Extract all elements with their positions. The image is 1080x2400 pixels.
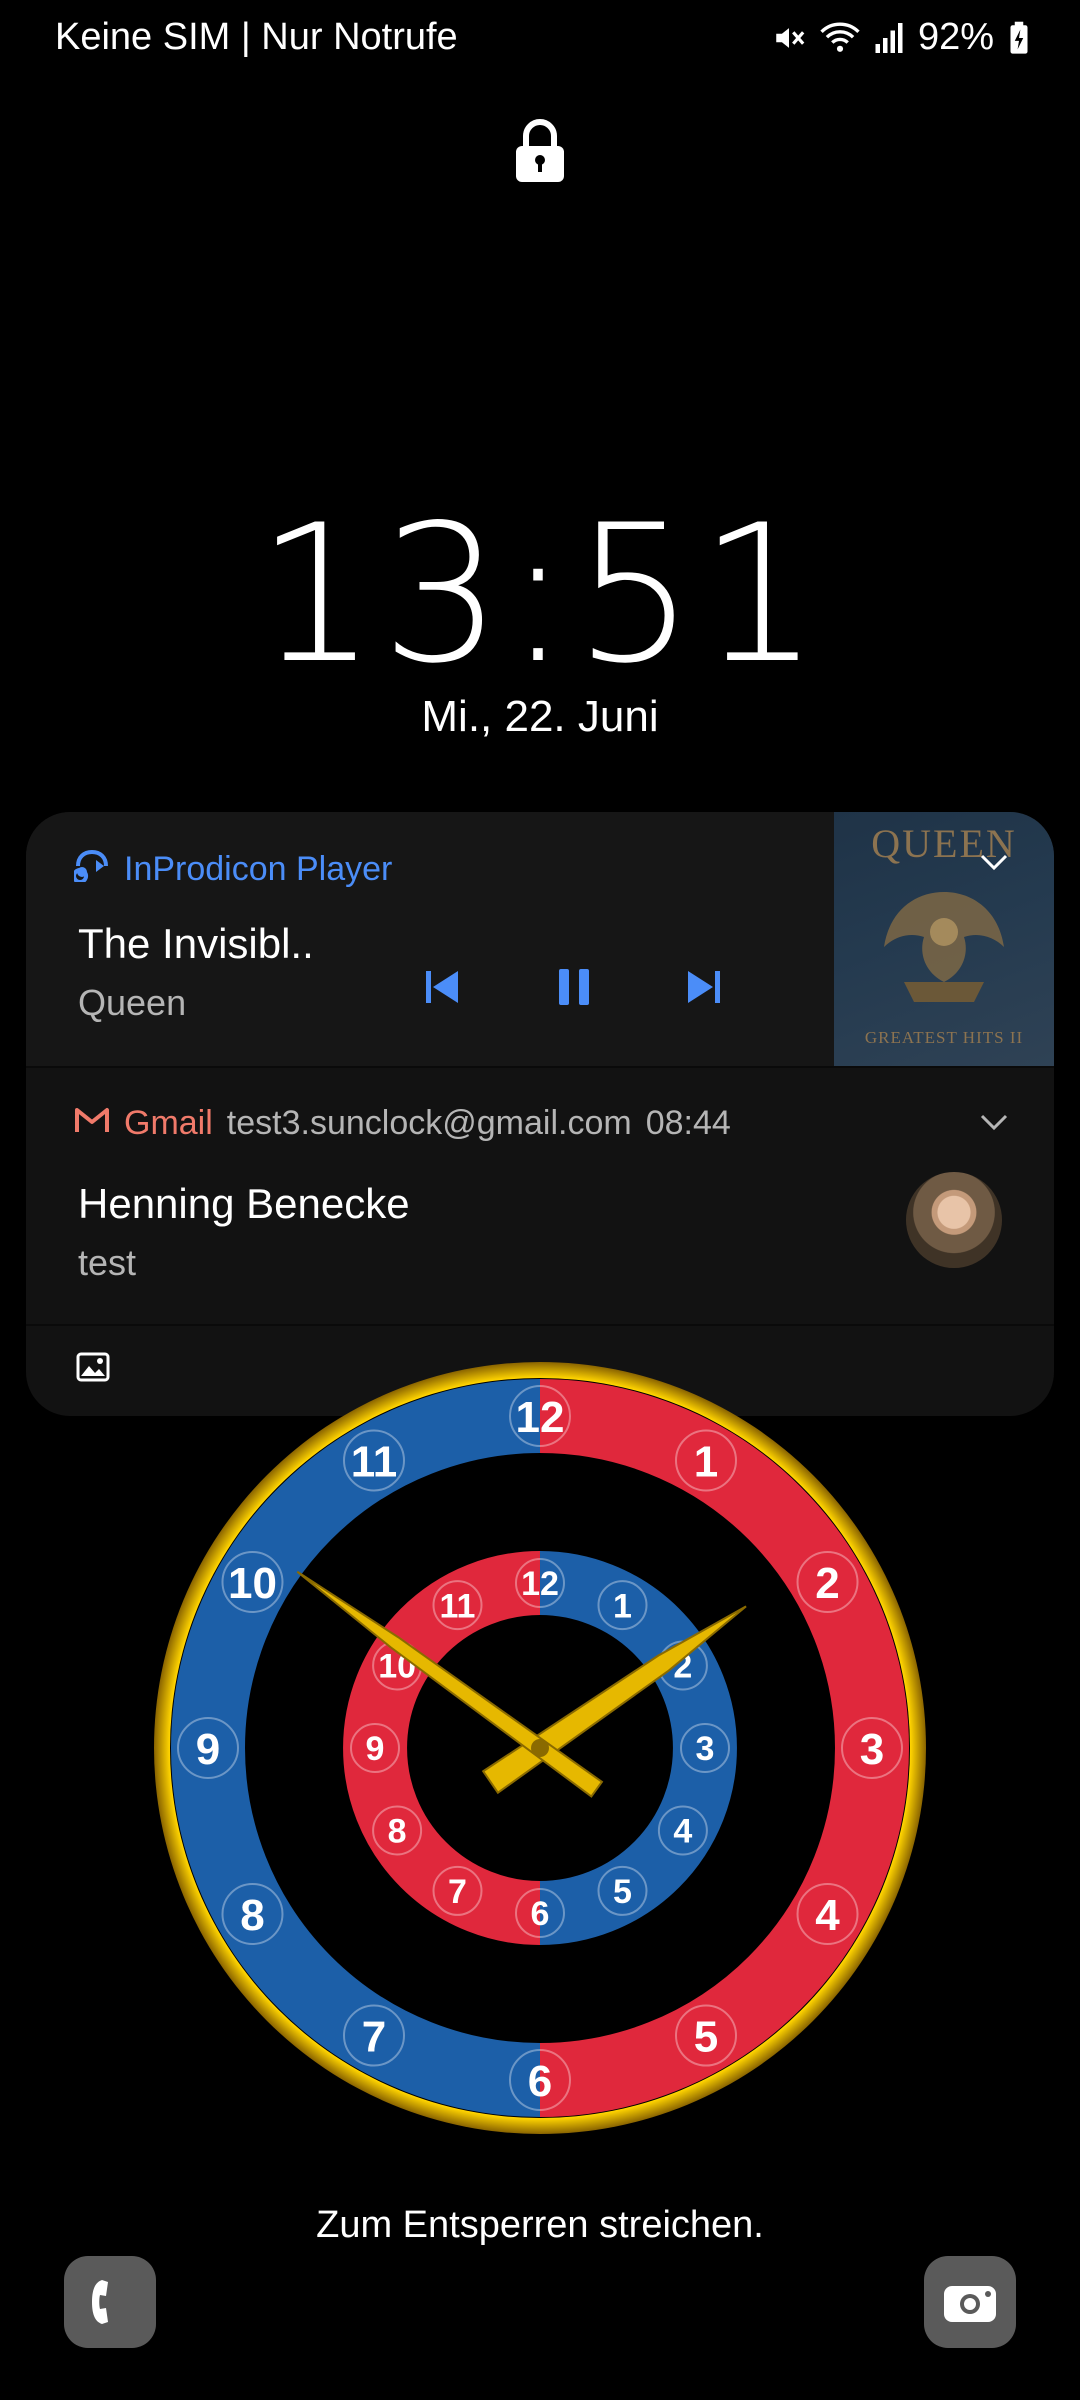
inner-ring-number: 3 xyxy=(696,1730,715,1768)
lock-clock-date: Mi., 22. Juni xyxy=(421,692,659,741)
inner-ring-number: 11 xyxy=(440,1587,476,1625)
previous-button[interactable] xyxy=(412,957,472,1017)
lock-clock-time: 13:51 xyxy=(256,484,824,705)
media-app-header: InProdicon Player xyxy=(72,848,393,891)
previous-icon xyxy=(426,971,458,1003)
camera-icon xyxy=(944,2286,996,2322)
gmail-sender: Henning Benecke xyxy=(78,1180,410,1227)
outer-ring-number: 3 xyxy=(860,1725,884,1774)
queen-crest-icon xyxy=(884,892,1004,1002)
signal-icon xyxy=(874,21,904,55)
outer-ring-number: 8 xyxy=(240,1891,264,1940)
wifi-icon xyxy=(820,21,860,55)
inner-ring-number: 12 xyxy=(521,1565,559,1603)
lock-icon xyxy=(512,118,568,189)
media-track-artist: Queen xyxy=(78,982,187,1023)
gmail-icon xyxy=(74,1104,110,1143)
outer-ring-number: 9 xyxy=(196,1725,220,1774)
inner-ring-number: 1 xyxy=(613,1587,632,1625)
outer-ring-number: 1 xyxy=(694,1437,718,1486)
pause-icon xyxy=(559,969,589,1005)
inner-ring-number: 6 xyxy=(531,1895,550,1933)
clock-center-pin xyxy=(531,1739,549,1757)
next-button[interactable] xyxy=(674,957,734,1017)
status-icons: 92% xyxy=(772,16,1030,59)
phone-shortcut-button[interactable] xyxy=(64,2256,156,2348)
phone-icon xyxy=(92,2280,108,2324)
media-track-title: The Invisibl.. xyxy=(78,920,314,967)
media-notification[interactable]: QUEEN GREATEST HITS II InProdicon Player… xyxy=(26,812,1054,1066)
media-app-name: InProdicon Player xyxy=(124,850,393,888)
outer-ring-number: 12 xyxy=(516,1393,565,1442)
outer-ring-number: 11 xyxy=(351,1437,398,1486)
music-app-icon xyxy=(72,848,110,891)
inner-ring-number: 4 xyxy=(673,1813,692,1851)
avatar xyxy=(906,1172,1002,1268)
outer-ring-number: 5 xyxy=(694,2012,718,2061)
album-art: QUEEN GREATEST HITS II xyxy=(834,812,1054,1066)
gmail-account: test3.sunclock@gmail.com xyxy=(226,1104,632,1142)
outer-ring-number: 2 xyxy=(815,1559,839,1608)
camera-shortcut-button[interactable] xyxy=(924,2256,1016,2348)
unlock-hint: Zum Entsperren streichen. xyxy=(316,2204,764,2246)
gmail-subject: test xyxy=(78,1242,137,1283)
album-art-subtitle: GREATEST HITS II xyxy=(864,1028,1024,1047)
outer-ring-number: 7 xyxy=(362,2012,386,2061)
gmail-time: 08:44 xyxy=(645,1104,731,1142)
status-carrier: Keine SIM | Nur Notrufe xyxy=(55,16,458,58)
battery-charging-icon xyxy=(1008,21,1030,55)
battery-text: 92% xyxy=(917,16,994,58)
media-expand-chevron-icon[interactable] xyxy=(979,852,1009,877)
gmail-expand-chevron-icon[interactable] xyxy=(979,1112,1009,1137)
pause-button[interactable] xyxy=(544,957,604,1017)
inner-ring-number: 7 xyxy=(448,1873,467,1911)
image-notification-icon[interactable] xyxy=(76,1352,110,1387)
notification-divider xyxy=(26,1324,1054,1326)
inner-ring-number: 9 xyxy=(366,1730,385,1768)
outer-ring-number: 10 xyxy=(228,1559,277,1608)
analog-clock-widget: 121234567891011 121234567891011 xyxy=(154,1362,926,2134)
notification-panel: QUEEN GREATEST HITS II InProdicon Player… xyxy=(26,812,1054,1416)
outer-ring-number: 4 xyxy=(815,1891,840,1940)
album-art-title: QUEEN xyxy=(871,821,1017,866)
gmail-app-name: Gmail xyxy=(124,1104,213,1142)
gmail-header: Gmail test3.sunclock@gmail.com 08:44 xyxy=(74,1104,731,1143)
inner-ring-number: 5 xyxy=(613,1873,632,1911)
mute-icon xyxy=(772,21,806,55)
next-icon xyxy=(688,971,720,1003)
inner-ring-number: 8 xyxy=(388,1813,407,1851)
outer-ring-number: 6 xyxy=(528,2057,552,2106)
